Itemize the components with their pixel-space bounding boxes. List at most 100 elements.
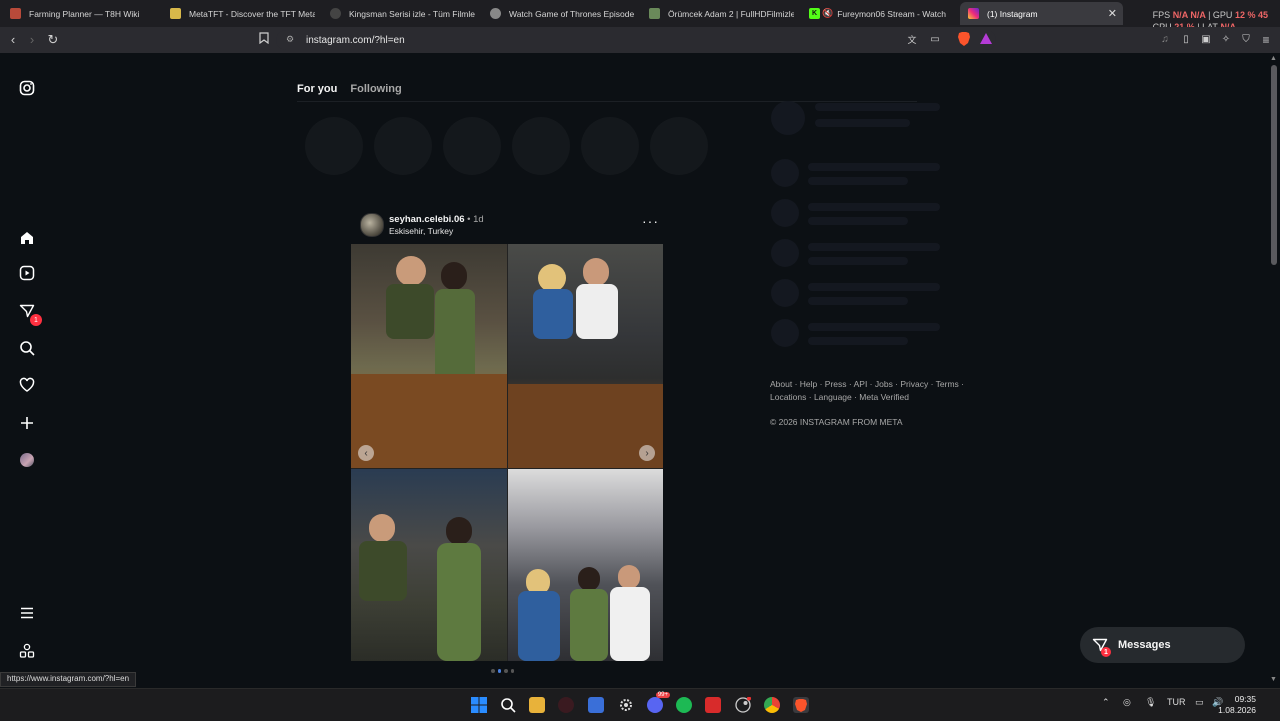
tab-title: Fureymon06 Stream - Watch Li [837,8,949,19]
system-clock[interactable]: 09:35 1.08.2026 [1218,694,1256,716]
tab-following[interactable]: Following [350,83,401,95]
story-placeholder [374,117,432,175]
start-icon[interactable] [471,697,487,713]
tab-game-of-thrones[interactable]: Watch Game of Thrones Episode 1 ! [490,2,635,25]
leo-ai-icon[interactable]: ✧ [1218,32,1234,48]
brave-icon[interactable] [793,697,809,713]
store-icon[interactable] [588,697,604,713]
wallet-icon[interactable]: ▣ [1198,32,1214,48]
instagram-icon [968,8,979,19]
more-options-icon[interactable]: ··· [642,213,659,229]
movie-icon [649,8,660,19]
microphone-icon[interactable]: 🎙 [1145,697,1156,708]
footer-links-row-2[interactable]: Locations · Language · Meta Verified [770,391,964,404]
forward-icon[interactable]: › [24,32,40,48]
page-scrollbar[interactable]: ▲ ▼ [1268,53,1280,685]
language-indicator[interactable]: TUR [1167,697,1186,707]
sidebar-toggle-icon[interactable]: ▯ [1178,32,1194,48]
vpn-icon[interactable]: ⛉ [1238,32,1254,48]
direct-messages-icon: 1 [1092,637,1111,657]
media-icon[interactable]: ♫ [1157,32,1173,48]
spotify-icon[interactable] [676,697,692,713]
fps-value: N/A [1172,10,1188,20]
tab-title: Farming Planner — T8H Wiki [29,8,140,19]
tab-title: MetaTFT - Discover the TFT Meta w [189,8,315,19]
tab-title: Kingsman Serisi izle - Tüm Filmler | [349,8,475,19]
post-header: seyhan.celebi.06 • 1d [389,214,484,225]
brave-rewards-icon[interactable] [979,31,993,47]
heart-icon[interactable] [18,376,36,394]
chrome-icon[interactable] [764,697,780,713]
tab-orumcek-adam[interactable]: Örümcek Adam 2 | FullHDFilmizle [649,2,794,25]
search-icon[interactable] [18,339,36,357]
scroll-thumb[interactable] [1271,65,1277,265]
profile-avatar[interactable] [18,451,36,469]
menu-icon[interactable]: ≡ [1258,32,1274,48]
home-icon[interactable] [18,229,36,247]
close-tab-icon[interactable]: ✕ [1108,7,1117,20]
instagram-logo-icon[interactable] [18,79,36,97]
also-from-meta-icon[interactable] [18,642,36,660]
post-author-avatar[interactable] [360,213,384,237]
tray-app-icon[interactable]: ◎ [1123,697,1131,708]
notification-badge: 1 [30,314,42,326]
photo-top-left [351,244,507,468]
footer-links-row-1[interactable]: About · Help · Press · API · Jobs · Priv… [770,378,964,391]
tray-overflow-icon[interactable]: ⌃ [1102,697,1110,708]
story-placeholder [581,117,639,175]
tab-title: (1) Instagram [987,8,1038,19]
carousel-prev-button[interactable]: ‹ [358,445,374,461]
file-explorer-icon[interactable] [529,697,545,713]
reload-icon[interactable]: ↻ [45,32,61,48]
film-icon [330,8,341,19]
steam-icon[interactable] [735,696,751,713]
messages-button[interactable]: 1 Messages [1080,627,1245,663]
post-location[interactable]: Eskisehir, Turkey [389,226,453,236]
tab-metatft[interactable]: MetaTFT - Discover the TFT Meta w [170,2,315,25]
settings-icon[interactable] [618,697,634,713]
back-icon[interactable]: ‹ [5,32,21,48]
brave-shields-icon[interactable] [957,31,971,47]
browser-tab-strip: Farming Planner — T8H Wiki MetaTFT - Dis… [0,0,1280,32]
create-plus-icon[interactable] [18,414,36,432]
divider [297,101,917,102]
reels-icon[interactable] [18,264,36,282]
search-icon[interactable] [500,697,516,713]
gpu-extra: 45 [1257,10,1268,20]
tab-kingsman[interactable]: Kingsman Serisi izle - Tüm Filmler | [330,2,475,25]
carousel-next-button[interactable]: › [639,445,655,461]
game-app-icon[interactable] [558,697,574,713]
instagram-footer: About · Help · Press · API · Jobs · Priv… [770,378,964,429]
messages-badge: 1 [1101,647,1111,657]
tab-for-you[interactable]: For you [297,83,337,95]
mute-icon[interactable]: 🔇 [822,8,833,19]
post-username[interactable]: seyhan.celebi.06 [389,214,465,225]
story-placeholder [512,117,570,175]
windows-taskbar: 99+ ⌃ ◎ 🎙 TUR ▭ 🔊 09:35 1.08.2026 [0,688,1280,721]
photo-bottom-left [351,469,507,661]
story-placeholder [443,117,501,175]
instagram-page: 1 For you Following About · Help · Press… [0,53,1268,685]
bookmark-icon[interactable] [256,32,272,48]
story-placeholder [305,117,363,175]
photo-bottom-right [508,469,663,661]
discord-icon[interactable]: 99+ [647,692,670,713]
post-image[interactable] [351,244,663,661]
address-bar[interactable]: ⚙ instagram.com/?hl=en [276,30,996,50]
clock-time: 09:35 [1234,694,1256,704]
direct-messages-icon[interactable]: 1 [18,302,42,326]
tab-instagram[interactable]: (1) Instagram ✕ [960,2,1123,25]
kick-icon: K [809,8,820,19]
more-menu-icon[interactable] [18,604,36,622]
messages-label: Messages [1118,639,1171,651]
tab-farming-planner[interactable]: Farming Planner — T8H Wiki [10,2,160,25]
gpu-value: 12 % [1234,10,1256,20]
discord-badge: 99+ [655,692,670,698]
tab-kick-stream[interactable]: K 🔇 Fureymon06 Stream - Watch Li [809,2,949,25]
app-icon[interactable] [705,697,721,713]
globe-icon [490,8,501,19]
site-info-icon[interactable]: ⚙ [286,34,294,45]
cast-icon[interactable]: ▭ [927,32,943,48]
display-icon[interactable]: ▭ [1195,697,1204,708]
translate-icon[interactable]: 文 [904,32,920,48]
